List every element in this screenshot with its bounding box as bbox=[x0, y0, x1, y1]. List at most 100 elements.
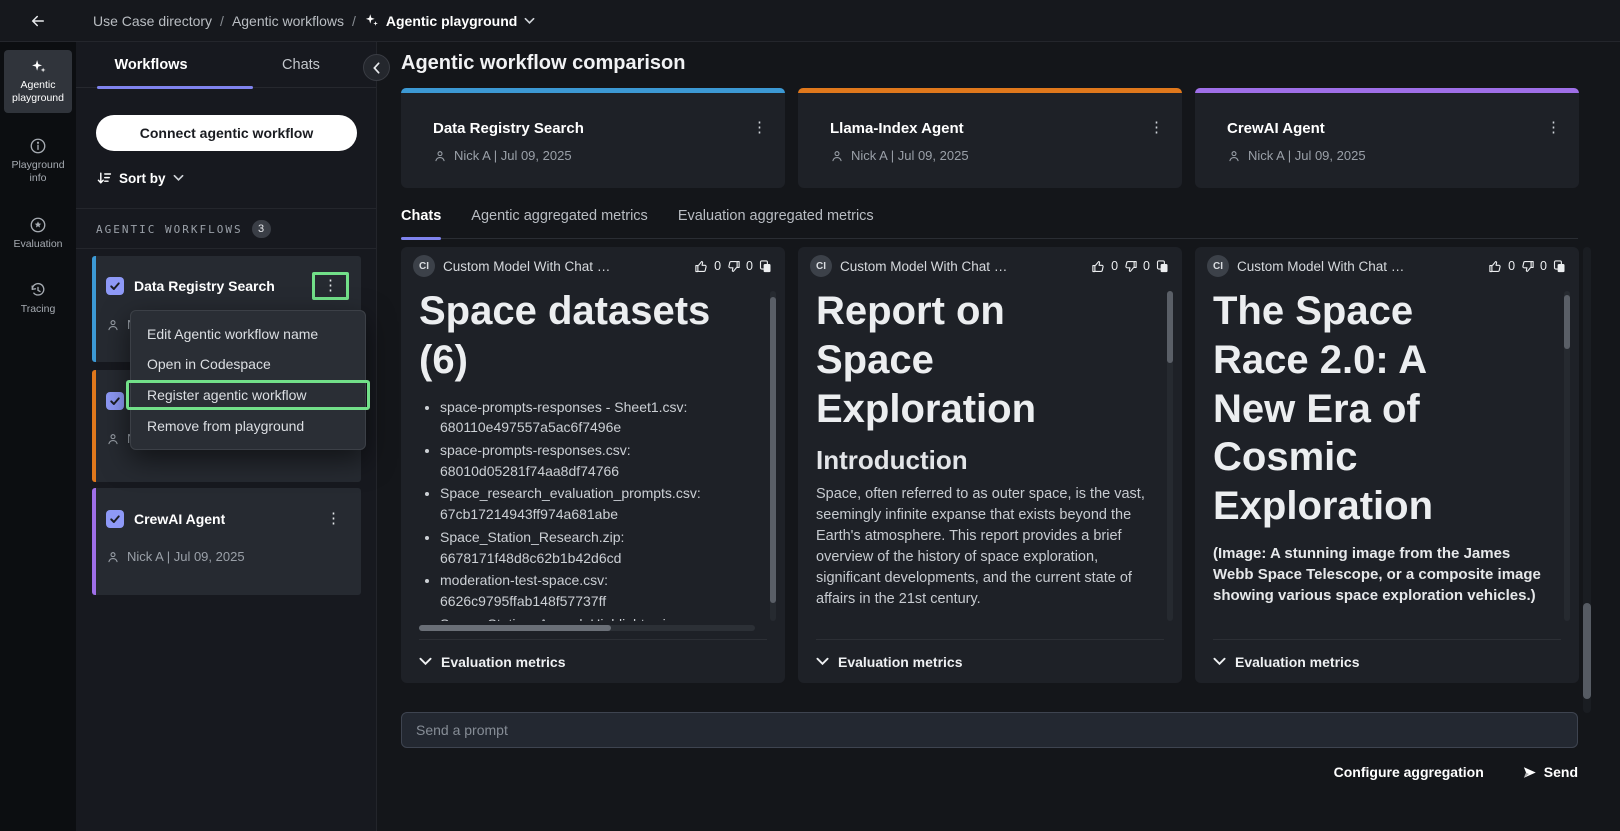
copy-icon[interactable] bbox=[1552, 259, 1567, 274]
workflow-kebab-menu[interactable]: ⋮ bbox=[318, 508, 349, 529]
nav-item-tracing[interactable]: Tracing bbox=[4, 273, 72, 324]
card-crewai-agent[interactable]: CrewAI Agent Nick A | Jul 09, 2025 ⋮ bbox=[1195, 88, 1579, 188]
scrollbar-thumb[interactable] bbox=[1167, 291, 1173, 363]
card-kebab-menu[interactable]: ⋮ bbox=[1546, 118, 1561, 136]
thumbs-down-icon[interactable] bbox=[726, 259, 741, 274]
chat-response-content[interactable]: The Space Race 2.0: A New Era of Cosmic … bbox=[1213, 285, 1551, 621]
thumbs-down-icon[interactable] bbox=[1520, 259, 1535, 274]
tab-chats[interactable]: Chats bbox=[226, 42, 376, 87]
response-paragraph: Space, often referred to as outer space,… bbox=[816, 484, 1154, 610]
card-accent-bar bbox=[401, 88, 785, 93]
scrollbar-thumb[interactable] bbox=[770, 297, 776, 603]
left-nav-rail: Agentic playground Playground info Evalu… bbox=[0, 42, 76, 831]
response-heading: The Space Race 2.0: A New Era of Cosmic … bbox=[1213, 287, 1508, 531]
workflow-accent-bar bbox=[92, 256, 96, 362]
prompt-input[interactable] bbox=[401, 712, 1578, 748]
model-name: Custom Model With Chat I... bbox=[1237, 259, 1405, 274]
workflow-meta: Nick A | Jul 09, 2025 bbox=[106, 549, 349, 564]
chat-response-content[interactable]: Report on Space Exploration Introduction… bbox=[816, 285, 1154, 621]
card-data-registry-search[interactable]: Data Registry Search Nick A | Jul 09, 20… bbox=[401, 88, 785, 188]
chat-panels-row: CI Custom Model With Chat I... 0 0 bbox=[401, 247, 1579, 683]
copy-icon[interactable] bbox=[1155, 259, 1170, 274]
thumbs-up-icon[interactable] bbox=[694, 259, 709, 274]
menu-item-remove-from-playground[interactable]: Remove from playground bbox=[131, 411, 365, 441]
chevron-down-icon bbox=[816, 657, 829, 666]
thumbs-up-count: 0 bbox=[1111, 259, 1118, 273]
evaluation-metrics-label: Evaluation metrics bbox=[441, 654, 566, 670]
page-vertical-scrollbar[interactable] bbox=[1583, 247, 1591, 713]
back-button[interactable] bbox=[24, 7, 52, 35]
panel-horizontal-scrollbar[interactable] bbox=[419, 625, 755, 631]
card-meta: Nick A | Jul 09, 2025 bbox=[433, 148, 769, 163]
active-tab-underline bbox=[97, 86, 253, 89]
configure-aggregation-button[interactable]: Configure aggregation bbox=[1334, 764, 1484, 780]
evaluation-metrics-label: Evaluation metrics bbox=[838, 654, 963, 670]
copy-icon[interactable] bbox=[758, 259, 773, 274]
thumbs-down-icon[interactable] bbox=[1123, 259, 1138, 274]
tab-chats-main[interactable]: Chats bbox=[401, 208, 441, 238]
workflow-item-crewai-agent[interactable]: CrewAI Agent ⋮ Nick A | Jul 09, 2025 bbox=[92, 488, 361, 595]
menu-item-open-in-codespace[interactable]: Open in Codespace bbox=[131, 349, 365, 379]
card-kebab-menu[interactable]: ⋮ bbox=[752, 118, 767, 136]
breadcrumb-agentic-workflows[interactable]: Agentic workflows bbox=[232, 13, 344, 29]
evaluation-metrics-toggle[interactable]: Evaluation metrics bbox=[816, 639, 1164, 683]
tab-agentic-aggregated-metrics[interactable]: Agentic aggregated metrics bbox=[471, 208, 648, 238]
chevron-down-icon bbox=[1213, 657, 1226, 666]
section-title: AGENTIC WORKFLOWS bbox=[96, 223, 243, 236]
evaluation-metrics-toggle[interactable]: Evaluation metrics bbox=[1213, 639, 1561, 683]
menu-item-register-agentic-workflow[interactable]: Register agentic workflow bbox=[126, 380, 370, 410]
send-button[interactable]: Send bbox=[1522, 764, 1578, 780]
card-meta-text: Nick A | Jul 09, 2025 bbox=[454, 148, 572, 163]
workflow-checkbox[interactable] bbox=[106, 392, 124, 410]
workflow-checkbox[interactable] bbox=[106, 510, 124, 528]
comparison-tabs: Chats Agentic aggregated metrics Evaluat… bbox=[401, 208, 1578, 239]
chevron-down-icon bbox=[173, 174, 184, 182]
card-title: CrewAI Agent bbox=[1227, 120, 1563, 137]
thumbs-up-icon[interactable] bbox=[1488, 259, 1503, 274]
card-meta: Nick A | Jul 09, 2025 bbox=[830, 148, 1166, 163]
breadcrumb-current[interactable]: Agentic playground bbox=[364, 13, 535, 29]
nav-item-agentic-playground[interactable]: Agentic playground bbox=[4, 50, 72, 113]
main-area: Agentic workflow comparison Data Registr… bbox=[377, 42, 1620, 831]
nav-item-evaluation[interactable]: Evaluation bbox=[4, 208, 72, 259]
scrollbar-thumb[interactable] bbox=[1583, 603, 1591, 699]
tab-evaluation-aggregated-metrics[interactable]: Evaluation aggregated metrics bbox=[678, 208, 874, 238]
response-actions: 0 0 bbox=[1091, 259, 1170, 274]
panel-vertical-scrollbar[interactable] bbox=[770, 291, 776, 621]
panel-vertical-scrollbar[interactable] bbox=[1564, 291, 1570, 621]
connect-agentic-workflow-button[interactable]: Connect agentic workflow bbox=[96, 115, 357, 151]
scrollbar-thumb[interactable] bbox=[419, 625, 611, 631]
menu-item-edit-workflow-name[interactable]: Edit Agentic workflow name bbox=[131, 319, 365, 349]
list-item: space-prompts-responses.csv: 68010d05281… bbox=[440, 440, 757, 481]
nav-item-playground-info[interactable]: Playground info bbox=[4, 129, 72, 193]
response-actions: 0 0 bbox=[1488, 259, 1567, 274]
response-heading: Report on Space Exploration bbox=[816, 287, 1111, 433]
breadcrumb-use-case-directory[interactable]: Use Case directory bbox=[93, 13, 212, 29]
evaluation-metrics-toggle[interactable]: Evaluation metrics bbox=[419, 639, 767, 683]
card-kebab-menu[interactable]: ⋮ bbox=[1149, 118, 1164, 136]
workflow-accent-bar bbox=[92, 370, 96, 482]
workflow-meta-text: Nick A | Jul 09, 2025 bbox=[127, 549, 245, 564]
sort-by-label: Sort by bbox=[119, 171, 166, 186]
card-llama-index-agent[interactable]: Llama-Index Agent Nick A | Jul 09, 2025 … bbox=[798, 88, 1182, 188]
workflow-accent-bar bbox=[92, 488, 96, 595]
collapse-panel-button[interactable] bbox=[363, 54, 390, 81]
workflow-checkbox[interactable] bbox=[106, 277, 124, 295]
person-icon bbox=[830, 149, 844, 163]
chat-response-content[interactable]: Space datasets (6) space-prompts-respons… bbox=[419, 285, 757, 621]
scrollbar-thumb[interactable] bbox=[1564, 295, 1570, 349]
panel-vertical-scrollbar[interactable] bbox=[1167, 291, 1173, 621]
thumbs-up-icon[interactable] bbox=[1091, 259, 1106, 274]
divider bbox=[76, 208, 376, 209]
page-title: Agentic workflow comparison bbox=[401, 52, 685, 75]
response-heading: Space datasets (6) bbox=[419, 287, 714, 385]
person-icon bbox=[1227, 149, 1241, 163]
model-avatar: CI bbox=[413, 255, 435, 277]
list-item: moderation-test-space.csv: 6626c9795ffab… bbox=[440, 570, 757, 611]
card-meta-text: Nick A | Jul 09, 2025 bbox=[851, 148, 969, 163]
workflow-kebab-menu-highlighted[interactable]: ⋮ bbox=[312, 272, 349, 300]
workflow-name: CrewAI Agent bbox=[134, 511, 225, 527]
tab-workflows[interactable]: Workflows bbox=[76, 42, 226, 87]
card-meta: Nick A | Jul 09, 2025 bbox=[1227, 148, 1563, 163]
sort-by-control[interactable]: Sort by bbox=[96, 170, 184, 186]
